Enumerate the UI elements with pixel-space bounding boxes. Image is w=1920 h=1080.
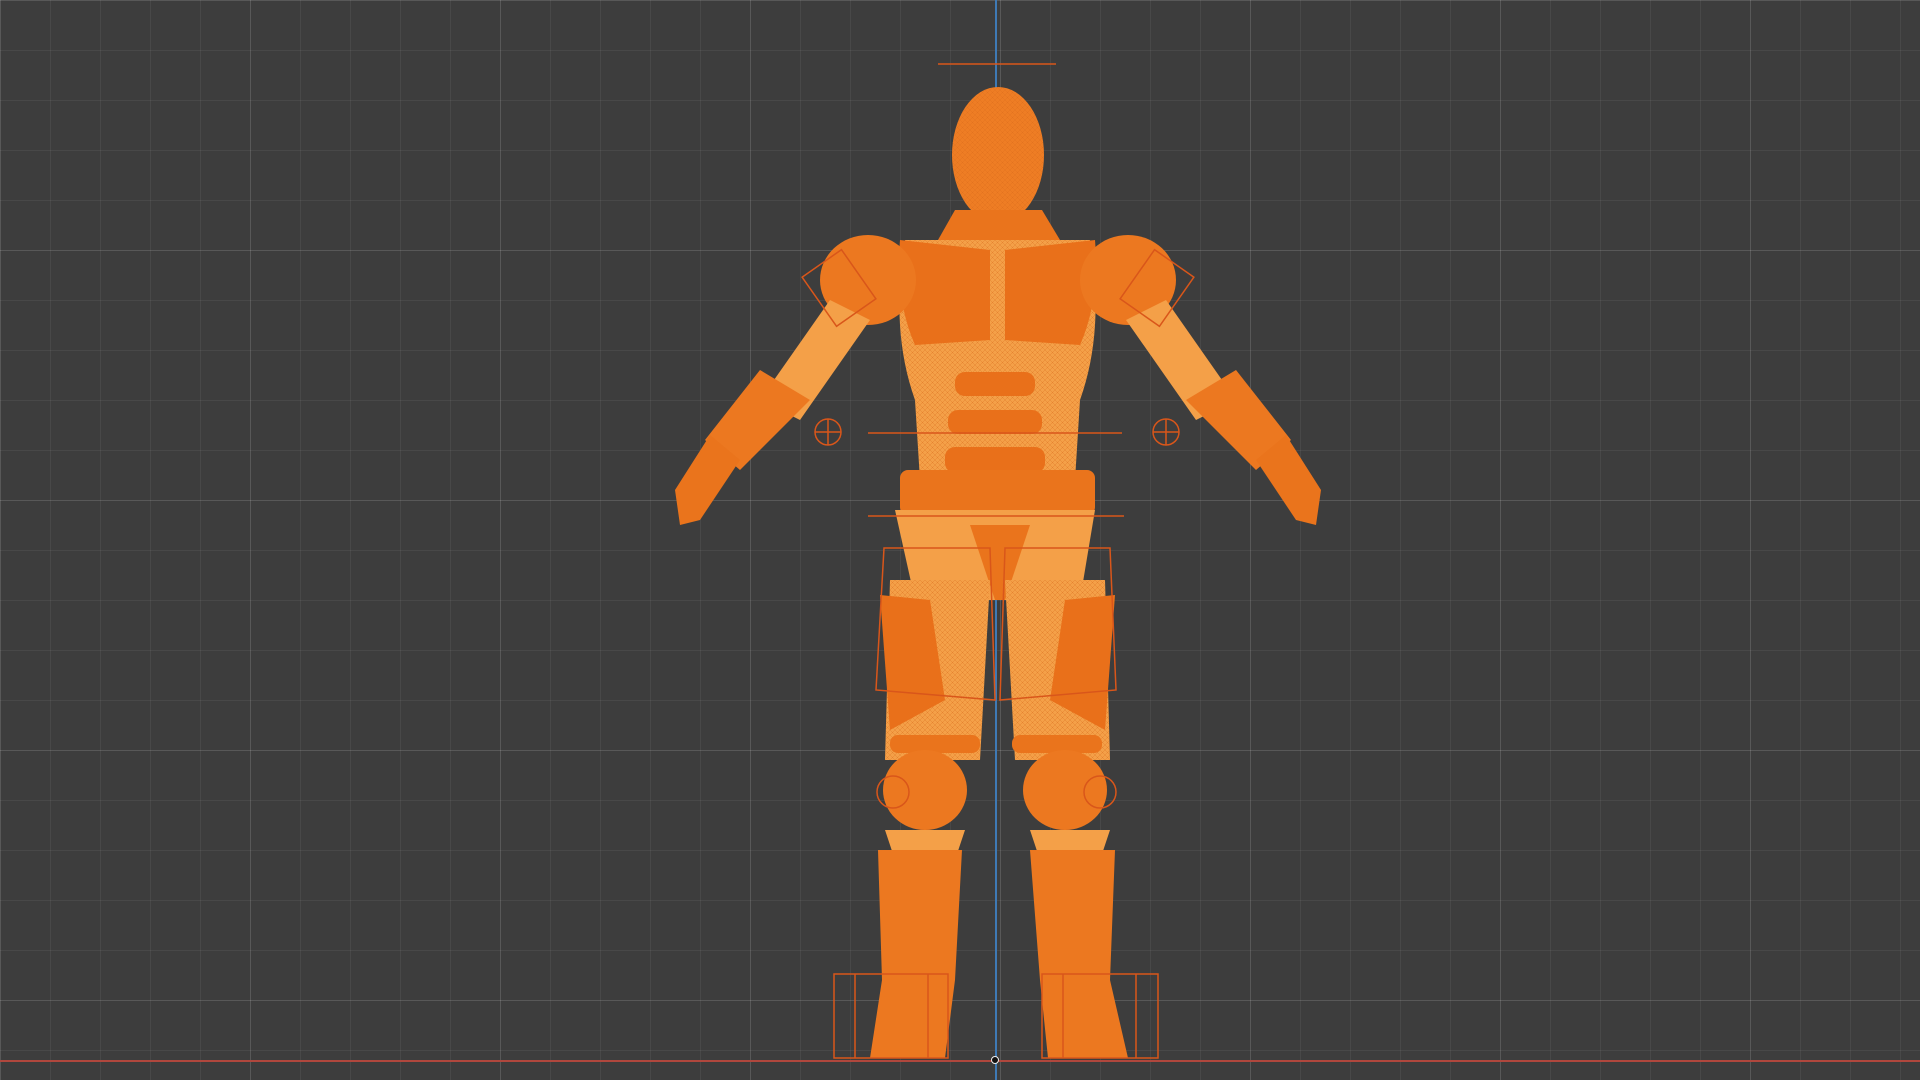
ab-plate-1	[955, 372, 1035, 396]
model-overlay	[675, 63, 1321, 1059]
ab-plate-3	[945, 447, 1045, 473]
knee-pad-left	[883, 750, 967, 830]
3d-viewport[interactable]	[0, 0, 1920, 1080]
belt	[900, 470, 1095, 515]
world-origin-icon	[991, 1056, 999, 1064]
hand-control-right-icon[interactable]	[1152, 418, 1180, 446]
knee-band-left	[890, 735, 980, 753]
knee-pad-right	[1023, 750, 1107, 830]
hand-control-left-icon[interactable]	[814, 418, 842, 446]
boot-right	[1030, 850, 1128, 1058]
character-mesh[interactable]	[675, 87, 1321, 1058]
neck	[938, 210, 1060, 240]
knee-band-right	[1012, 735, 1102, 753]
ab-plate-2	[948, 410, 1042, 434]
